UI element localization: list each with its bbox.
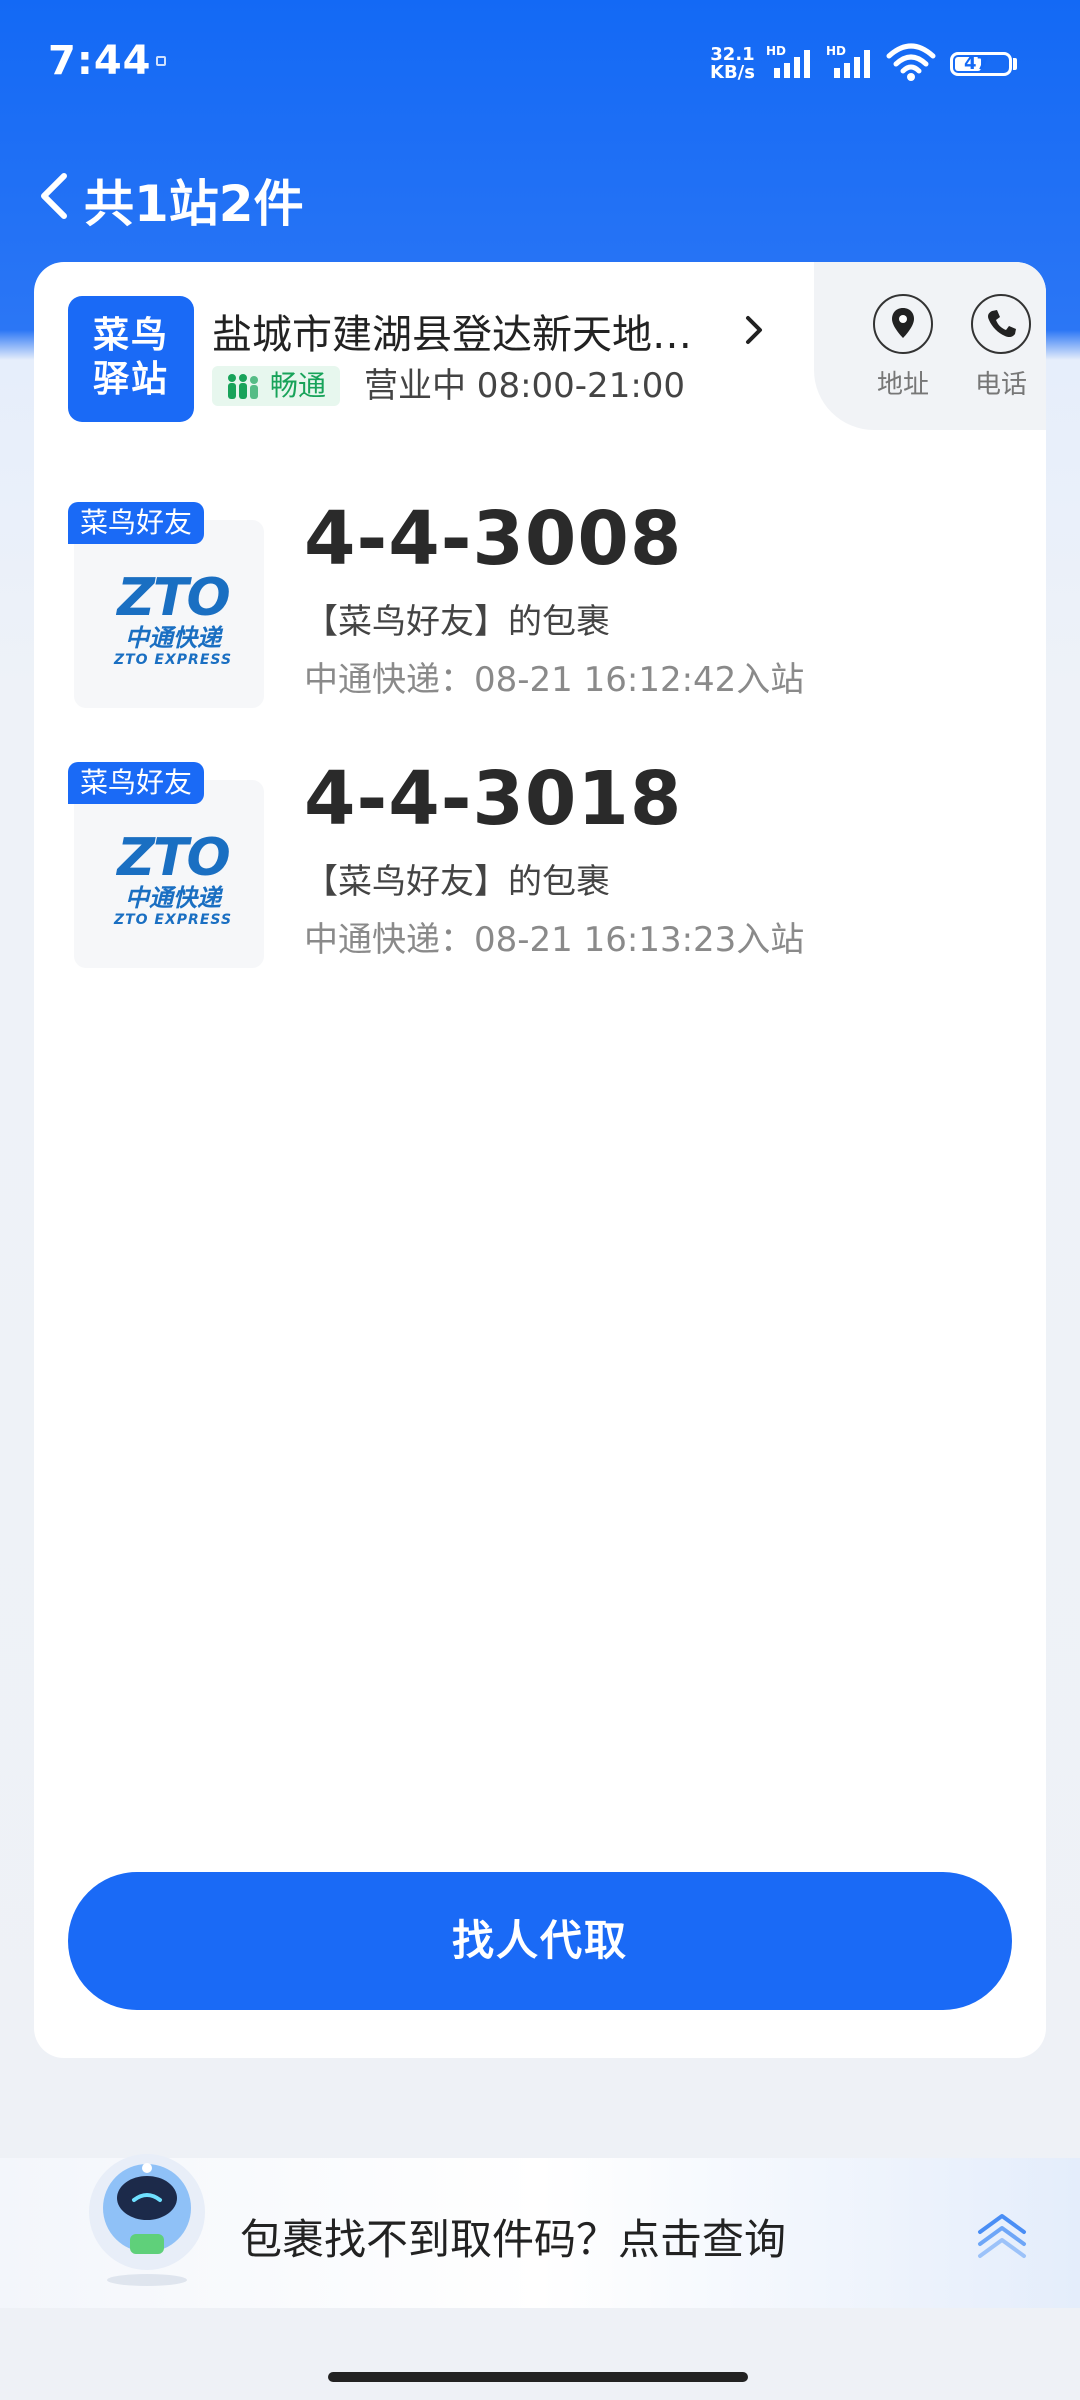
friend-badge: 菜鸟好友 bbox=[68, 762, 205, 804]
address-label: 地址 bbox=[876, 370, 929, 400]
signal-icon: HD bbox=[766, 44, 810, 78]
cainiao-station-logo: 菜鸟 驿站 bbox=[68, 296, 194, 422]
location-pin-icon bbox=[873, 294, 933, 354]
home-indicator[interactable] bbox=[328, 2372, 748, 2382]
notification-icon bbox=[156, 56, 166, 66]
station-header: 菜鸟 驿站 盐城市建湖县登达新天地… 畅通 营业中 08:00-21:00 地址 bbox=[34, 262, 1046, 430]
page-title: 共1站2件 bbox=[84, 175, 304, 233]
package-owner: 【菜鸟好友】的包裹 bbox=[304, 862, 610, 902]
arrival-time: 中通快递：08-21 16:13:23入站 bbox=[304, 920, 805, 960]
status-time: 7:44 bbox=[48, 38, 152, 84]
arrival-time: 中通快递：08-21 16:12:42入站 bbox=[304, 660, 805, 700]
phone-button[interactable]: 电话 bbox=[956, 294, 1046, 414]
wifi-icon bbox=[886, 43, 936, 81]
help-banner-text[interactable]: 包裹找不到取件码？点击查询 bbox=[240, 2206, 786, 2267]
package-item[interactable]: ZTO 中通快递 ZTO EXPRESS 菜鸟好友 4-4-3018 【菜鸟好友… bbox=[34, 730, 1046, 968]
battery-percent: 47 bbox=[964, 53, 990, 74]
station-name[interactable]: 盐城市建湖县登达新天地… bbox=[212, 302, 692, 360]
station-card: 菜鸟 驿站 盐城市建湖县登达新天地… 畅通 营业中 08:00-21:00 地址 bbox=[34, 262, 1046, 2058]
double-chevron-up-icon[interactable] bbox=[972, 2204, 1032, 2264]
phone-icon bbox=[971, 294, 1031, 354]
status-badge-label: 畅通 bbox=[270, 369, 327, 402]
pickup-code: 4-4-3008 bbox=[304, 496, 683, 582]
network-speed: 32.1 KB/s bbox=[710, 44, 755, 83]
chevron-right-icon[interactable] bbox=[740, 312, 770, 348]
status-bar: 7:44 32.1 KB/s HD HD 47 bbox=[0, 0, 1080, 130]
help-banner[interactable]: 包裹找不到取件码？点击查询 bbox=[0, 2154, 1080, 2308]
business-hours: 营业中 08:00-21:00 bbox=[364, 366, 686, 406]
phone-label: 电话 bbox=[974, 370, 1027, 400]
battery-tail bbox=[1013, 58, 1017, 70]
package-owner: 【菜鸟好友】的包裹 bbox=[304, 602, 610, 642]
hd-label-2: HD bbox=[826, 44, 846, 58]
address-button[interactable]: 地址 bbox=[858, 294, 948, 414]
page-header: 共1站2件 bbox=[0, 150, 1080, 240]
zto-logo: ZTO 中通快递 ZTO EXPRESS bbox=[74, 520, 264, 708]
people-icon bbox=[228, 374, 258, 399]
proxy-pickup-button[interactable]: 找人代取 bbox=[68, 1872, 1012, 2010]
package-item[interactable]: ZTO 中通快递 ZTO EXPRESS 菜鸟好友 4-4-3008 【菜鸟好友… bbox=[34, 470, 1046, 708]
robot-mascot-icon bbox=[89, 2154, 205, 2286]
status-badge: 畅通 bbox=[212, 366, 341, 406]
zto-logo: ZTO 中通快递 ZTO EXPRESS bbox=[74, 780, 264, 968]
hd-label: HD bbox=[766, 44, 786, 58]
friend-badge: 菜鸟好友 bbox=[68, 502, 205, 544]
signal-icon-2: HD bbox=[826, 44, 870, 78]
pickup-code: 4-4-3018 bbox=[304, 756, 683, 842]
back-arrow-icon[interactable] bbox=[28, 168, 84, 224]
